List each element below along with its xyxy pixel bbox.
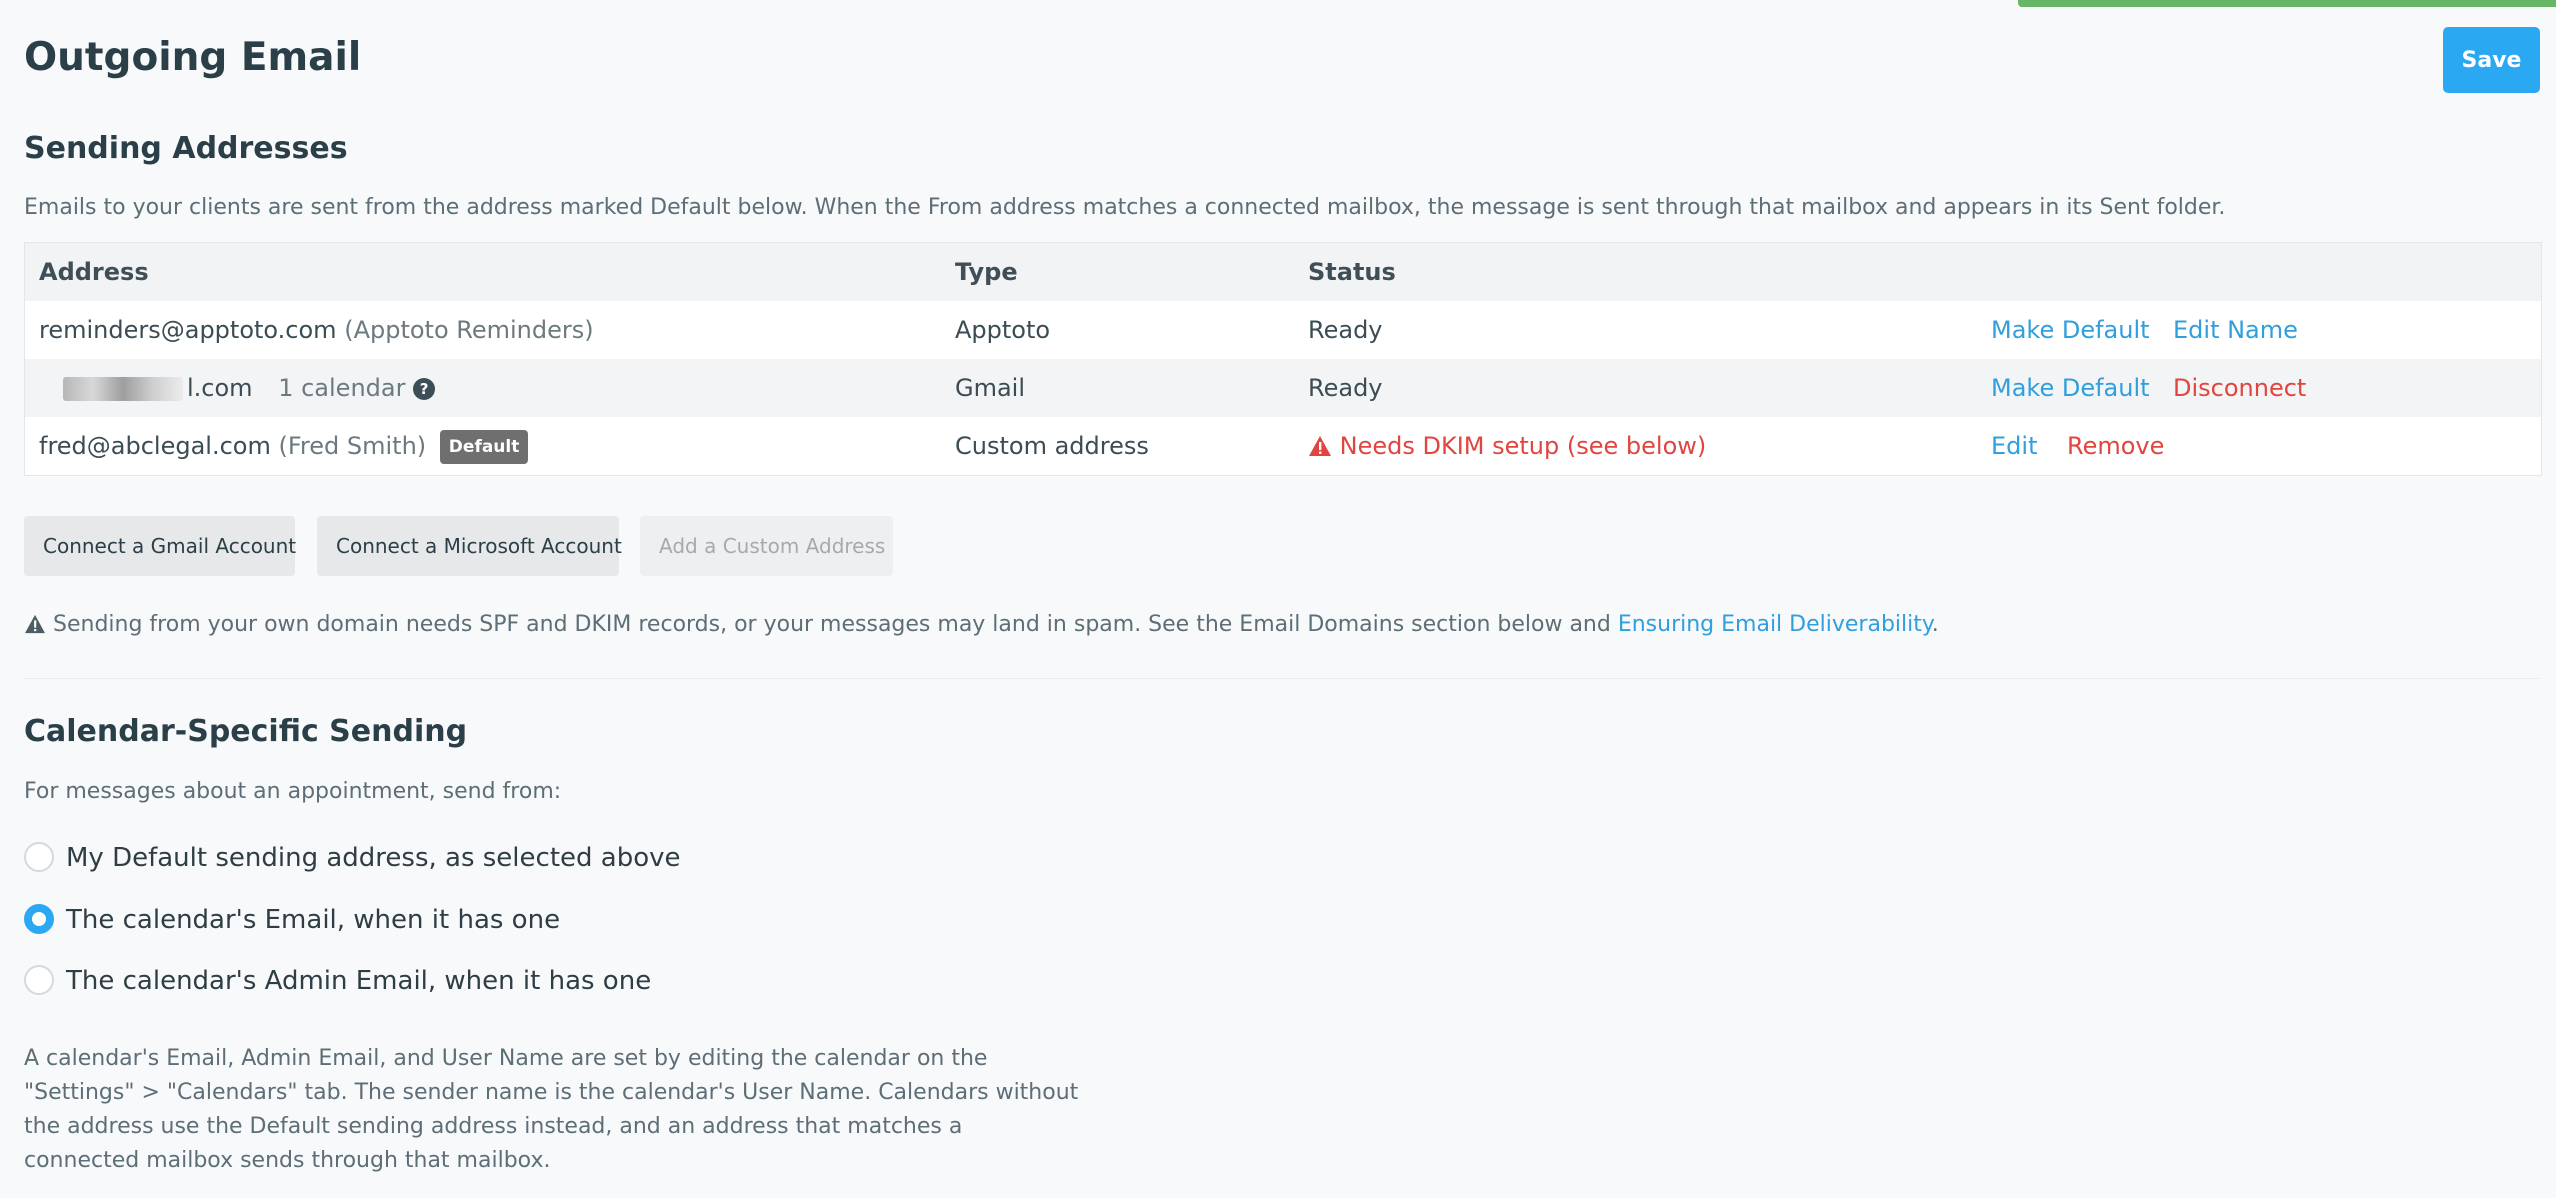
radio-label: The calendar's Email, when it has one <box>66 905 561 935</box>
radio-button[interactable] <box>24 842 54 872</box>
warning-end: . <box>1931 612 1939 637</box>
table-row: l.com 1 calendar ? Gmail Ready Make Defa… <box>25 359 2541 417</box>
address-suffix: l.com <box>187 374 253 402</box>
type-cell: Gmail <box>955 374 1026 402</box>
connect-microsoft-button[interactable]: Connect a Microsoft Account <box>317 516 622 576</box>
save-button[interactable]: Save <box>2443 27 2540 93</box>
calendar-sending-prompt: For messages about an appointment, send … <box>24 779 562 804</box>
remove-link[interactable]: Remove <box>2067 417 2164 475</box>
address-cell: fred@abclegal.com (Fred Smith) Default <box>39 417 529 475</box>
radio-button[interactable] <box>24 965 54 995</box>
warning-triangle-icon <box>25 614 45 634</box>
sending-addresses-description: Emails to your clients are sent from the… <box>24 195 2226 220</box>
default-badge: Default <box>439 430 529 464</box>
section-divider <box>24 678 2540 679</box>
column-header-address: Address <box>39 258 149 286</box>
address-cell: reminders@apptoto.com (Apptoto Reminders… <box>39 301 594 359</box>
status-warning-text: Needs DKIM setup (see below) <box>1339 432 1707 460</box>
add-custom-address-button[interactable]: Add a Custom Address <box>640 516 893 576</box>
warning-triangle-icon <box>1309 436 1331 456</box>
disconnect-link[interactable]: Disconnect <box>2173 359 2306 417</box>
status-cell: Ready <box>1308 316 1383 344</box>
address-cell: l.com 1 calendar ? <box>63 359 436 417</box>
table-row: fred@abclegal.com (Fred Smith) Default C… <box>25 417 2541 475</box>
address-text: fred@abclegal.com <box>39 432 271 460</box>
status-cell: Ready <box>1308 374 1383 402</box>
table-row: reminders@apptoto.com (Apptoto Reminders… <box>25 301 2541 359</box>
edit-link[interactable]: Edit <box>1991 417 2037 475</box>
make-default-link[interactable]: Make Default <box>1991 301 2150 359</box>
radio-button-selected[interactable] <box>24 904 54 934</box>
column-header-type: Type <box>955 258 1018 286</box>
question-circle-icon[interactable]: ? <box>413 378 436 400</box>
calendar-count: 1 calendar <box>278 374 406 402</box>
type-cell: Apptoto <box>955 316 1051 344</box>
toast-progress-bar <box>2018 0 2556 7</box>
deliverability-link[interactable]: Ensuring Email Deliverability <box>1618 612 1932 637</box>
calendar-sending-heading: Calendar-Specific Sending <box>24 714 468 749</box>
sending-addresses-heading: Sending Addresses <box>24 131 348 166</box>
sending-addresses-table: Address Type Status reminders@apptoto.co… <box>24 242 2542 476</box>
address-display-name: (Fred Smith) <box>278 432 427 460</box>
deliverability-warning: Sending from your own domain needs SPF a… <box>24 608 1939 642</box>
status-cell: Needs DKIM setup (see below) <box>1308 417 1706 475</box>
column-header-status: Status <box>1308 258 1396 286</box>
address-text: reminders@apptoto.com <box>39 316 337 344</box>
make-default-link[interactable]: Make Default <box>1991 359 2150 417</box>
address-display-name: (Apptoto Reminders) <box>344 316 594 344</box>
edit-name-link[interactable]: Edit Name <box>2173 301 2298 359</box>
radio-label: The calendar's Admin Email, when it has … <box>66 966 652 996</box>
type-cell: Custom address <box>955 432 1149 460</box>
page-title: Outgoing Email <box>24 35 362 80</box>
connect-gmail-button[interactable]: Connect a Gmail Account <box>24 516 296 576</box>
redacted-address-image <box>63 377 183 401</box>
radio-label: My Default sending address, as selected … <box>66 843 681 873</box>
warning-text: Sending from your own domain needs SPF a… <box>53 612 1618 637</box>
calendar-sending-note: A calendar's Email, Admin Email, and Use… <box>24 1046 1079 1173</box>
table-header-row: Address Type Status <box>25 243 2541 301</box>
